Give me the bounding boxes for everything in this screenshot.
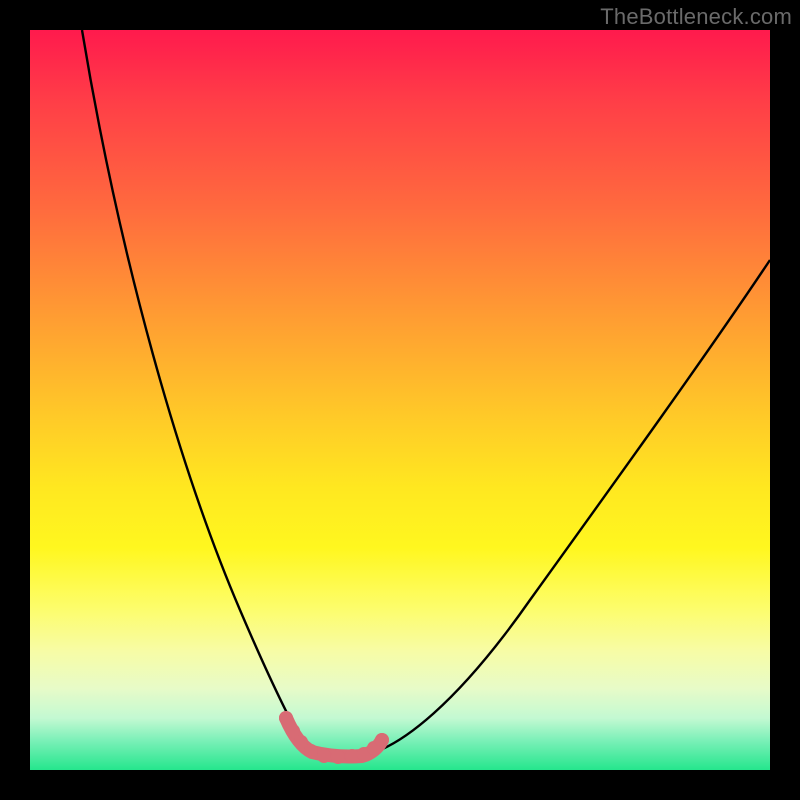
marker-dot [317, 749, 331, 763]
outer-frame: TheBottleneck.com [0, 0, 800, 800]
marker-dot [331, 750, 345, 764]
marker-dot [279, 711, 293, 725]
watermark-text: TheBottleneck.com [600, 4, 792, 30]
marker-dot [375, 733, 389, 747]
plot-area [30, 30, 770, 770]
curve-right-branch [360, 260, 770, 756]
curve-left-branch [82, 30, 308, 752]
chart-svg [30, 30, 770, 770]
marker-dot [345, 749, 359, 763]
marker-dot [304, 744, 318, 758]
